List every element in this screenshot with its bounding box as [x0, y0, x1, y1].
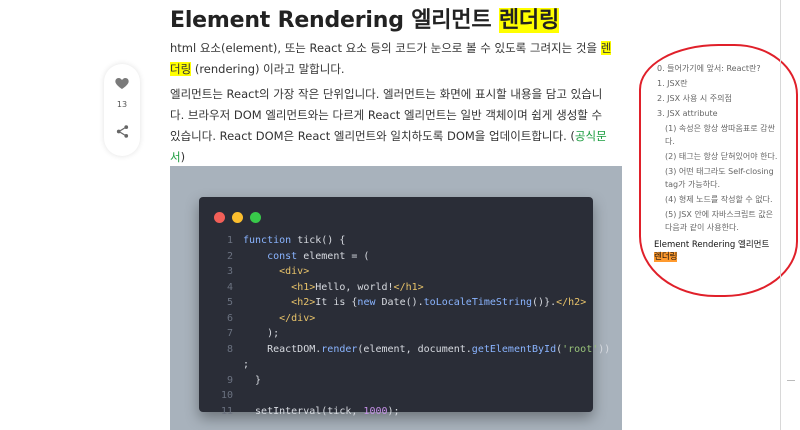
- window-close-dot: [214, 212, 225, 223]
- code-line: 5 <h2>It is {new Date().toLocaleTimeStri…: [199, 295, 593, 311]
- code-text: <div>: [279, 266, 310, 277]
- line-number: 11: [220, 405, 233, 417]
- like-count: 13: [116, 100, 128, 109]
- intro-text-end: (rendering) 이라고 말합니다.: [191, 62, 345, 76]
- line-number: 4: [226, 281, 233, 293]
- toc-current-item[interactable]: Element Rendering 엘리먼트 렌더링: [654, 239, 778, 263]
- code-line: ;: [199, 357, 593, 373]
- element-text: 엘리먼트는 React의 가장 작은 단위입니다. 엘러먼트는 화면에 표시할 …: [170, 87, 603, 143]
- window-maximize-dot: [250, 212, 261, 223]
- floating-action-bar: 13: [104, 64, 140, 156]
- toc-item[interactable]: 3. JSX attribute: [657, 107, 778, 120]
- intro-text-start: html 요소(element), 또는 React 요소 등의 코드가 눈으로…: [170, 41, 601, 55]
- toc-item[interactable]: 2. JSX 사용 시 주의점: [657, 92, 778, 105]
- element-text-close: ): [180, 150, 186, 164]
- heart-icon[interactable]: [114, 75, 130, 91]
- toc-item[interactable]: (3) 어떤 태그라도 Self-closing tag가 가능하다.: [665, 165, 778, 191]
- code-line: 4 <h1>Hello, world!</h1>: [199, 280, 593, 296]
- code-text: const element = (: [267, 250, 370, 262]
- window-minimize-dot: [232, 212, 243, 223]
- code-line: 10: [199, 388, 593, 404]
- intro-paragraph: html 요소(element), 또는 React 요소 등의 코드가 눈으로…: [170, 38, 615, 80]
- scroll-tick: [787, 380, 795, 381]
- code-text: }: [243, 374, 262, 386]
- code-text: setInterval(tick, 1000);: [243, 405, 400, 417]
- code-text: function tick() {: [243, 235, 346, 246]
- code-line: 3 <div>: [199, 264, 593, 280]
- post-title-text: Element Rendering 엘리먼트: [170, 8, 499, 33]
- toc-item[interactable]: 1. JSX란: [657, 77, 778, 90]
- code-text: <h1>Hello, world!</h1>: [291, 281, 424, 293]
- code-text: ReactDOM.render(element, document.getEle…: [243, 343, 611, 355]
- code-line: 11 setInterval(tick, 1000);: [199, 404, 593, 420]
- toc-current-highlight: 렌더링: [654, 252, 678, 262]
- code-line: 7 );: [199, 326, 593, 342]
- line-number: 3: [226, 266, 233, 277]
- code-line: 1 function tick() {: [199, 233, 593, 249]
- code-line: 9 }: [199, 373, 593, 389]
- table-of-contents: 0. 들어가기에 앞서: React란? 1. JSX란 2. JSX 사용 시 주…: [648, 62, 778, 263]
- page-edge-divider: [780, 0, 781, 430]
- toc-item[interactable]: (1) 속성은 항상 쌍따옴표로 감싼다.: [665, 122, 778, 148]
- code-text: </div>: [279, 312, 316, 324]
- code-line: 2 const element = (: [199, 249, 593, 265]
- toc-item[interactable]: 0. 들어가기에 앞서: React란?: [657, 62, 778, 75]
- line-number: 6: [226, 312, 233, 324]
- toc-item[interactable]: (5) JSX 안에 자바스크립트 값은 다음과 같이 사용한다.: [665, 208, 778, 234]
- toc-current-text: Element Rendering 엘리먼트: [654, 240, 770, 250]
- line-number: 7: [226, 328, 233, 339]
- toc-item[interactable]: (2) 태그는 항상 닫혀있어야 한다.: [665, 150, 778, 163]
- code-text: ;: [243, 359, 250, 370]
- code-text: <h2>It is {new Date().toLocaleTimeString…: [291, 297, 587, 308]
- code-text: );: [243, 328, 280, 339]
- line-number: 5: [226, 297, 233, 308]
- code-block: 1 function tick() {2 const element = (3 <…: [199, 233, 610, 420]
- code-line: 8 ReactDOM.render(element, document.getE…: [199, 342, 610, 358]
- post-title-highlight: 렌더링: [498, 8, 559, 33]
- code-line: 6 </div>: [199, 311, 593, 327]
- toc-item[interactable]: (4) 형제 노드를 작성할 수 없다.: [665, 193, 778, 206]
- line-number: 10: [220, 390, 233, 401]
- post-title: Element Rendering 엘리먼트 렌더링: [170, 2, 559, 34]
- share-icon[interactable]: [115, 124, 130, 139]
- line-number: 2: [226, 250, 233, 262]
- line-number: 8: [226, 343, 233, 355]
- line-number: 9: [226, 374, 233, 386]
- line-number: 1: [226, 235, 233, 246]
- code-image: 1 function tick() {2 const element = (3 <…: [170, 166, 622, 430]
- element-paragraph: 엘리먼트는 React의 가장 작은 단위입니다. 엘러먼트는 화면에 표시할 …: [170, 84, 615, 168]
- code-window: 1 function tick() {2 const element = (3 <…: [199, 197, 610, 417]
